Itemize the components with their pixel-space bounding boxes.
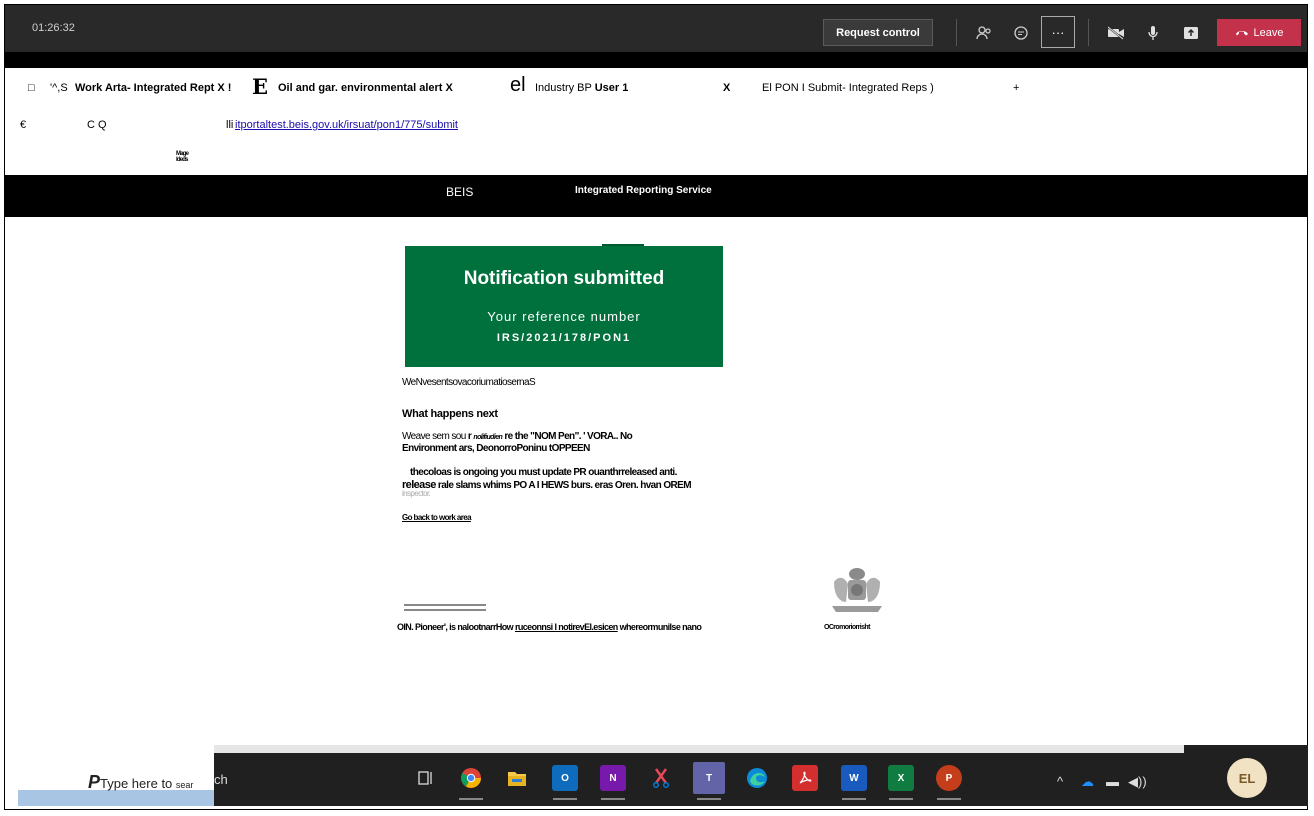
phone-hangup-icon <box>1235 27 1249 39</box>
outlook-icon[interactable]: O <box>552 765 578 791</box>
leave-label: Leave <box>1253 26 1284 39</box>
royal-coat-of-arms-icon <box>824 562 890 620</box>
share-screen-icon[interactable] <box>1177 19 1205 46</box>
new-tab-button[interactable]: + <box>1013 82 1019 94</box>
back-button[interactable]: € <box>20 119 26 131</box>
bookmark-item[interactable]: Mage ldeds <box>176 151 189 163</box>
active-app-indicator <box>889 798 913 800</box>
p2-text-c: rale slams whims PO A I HEWS burs. eras … <box>435 480 692 491</box>
site-header: BEIS Integrated Reporting Service <box>5 175 1307 217</box>
file-explorer-icon[interactable] <box>504 765 530 791</box>
mic-icon[interactable] <box>1139 19 1167 46</box>
task-view-icon[interactable] <box>413 765 439 791</box>
panel-title: Notification submitted <box>463 268 665 289</box>
request-control-button[interactable]: Request control <box>823 19 933 46</box>
search-text-main: Type here to <box>100 776 176 791</box>
go-back-link[interactable]: Go back to work area <box>402 513 472 522</box>
word-icon[interactable]: W <box>841 765 867 791</box>
search-text-small: sear <box>175 780 194 790</box>
teams-icon[interactable]: T <box>693 762 725 794</box>
tab-oil-gas-alert[interactable]: Oil and gar. environmental alert X <box>278 82 453 94</box>
toolbar-divider <box>956 19 957 46</box>
user-avatar[interactable]: EL <box>1227 758 1267 798</box>
footer-text-b: whereormunilse nano <box>617 622 702 632</box>
beis-logo-text[interactable]: BEIS <box>446 185 473 199</box>
tab-label-bold: User 1 <box>594 82 629 94</box>
windows-taskbar: ch O N T W X P ^ ☁ ▬ ◀)) <box>214 753 1184 806</box>
battery-icon[interactable]: ▬ <box>1106 774 1119 789</box>
what-happens-next-heading: What happens next <box>402 408 498 420</box>
onedrive-icon[interactable]: ☁ <box>1081 774 1094 790</box>
confirmation-panel: Notification submitted Your reference nu… <box>405 246 723 367</box>
camera-off-icon[interactable] <box>1102 19 1130 46</box>
active-app-indicator <box>697 798 721 800</box>
next-paragraph-1: Weave sem sou r nolifiudien re the "NOM … <box>402 431 633 442</box>
shared-screen-top-edge <box>5 52 1307 68</box>
chrome-icon[interactable] <box>458 765 484 791</box>
next-paragraph-2-line3: inspector. <box>402 489 431 498</box>
active-app-indicator <box>842 798 866 800</box>
p1-text-d: re the "NOM Pen". ' VORA.. No <box>502 431 633 442</box>
email-sent-text: WeNvesentsovacoriumatiosernaS <box>402 377 536 388</box>
browser-tab-bar: □ '^,S Work Arta- Integrated Rept X ! E … <box>5 68 1307 110</box>
toolbar-divider <box>1088 19 1089 46</box>
search-p-glyph: P <box>88 772 101 792</box>
taskbar-top-edge <box>214 745 1308 753</box>
site-info-icon[interactable]: lli <box>226 119 233 131</box>
reload-search-buttons[interactable]: C Q <box>87 119 107 131</box>
onenote-icon[interactable]: N <box>600 765 626 791</box>
footer-divider <box>404 604 486 611</box>
tab-pon-submit[interactable]: El PON I Submit- Integrated Reps ) <box>762 82 934 94</box>
tab-close-button[interactable]: X <box>723 82 730 94</box>
search-text-tail: ch <box>214 772 228 787</box>
meeting-toolbar: 01:26:32 Request control ··· Leave <box>5 5 1307 52</box>
snipping-tool-icon[interactable] <box>648 765 674 791</box>
footer-link[interactable]: ruceonnsi I notirevEl.esicen <box>515 622 618 632</box>
powerpoint-icon[interactable]: P <box>936 765 962 791</box>
chat-icon[interactable] <box>1007 19 1035 46</box>
bookmark-label-2: ldeds <box>176 157 188 163</box>
active-app-indicator <box>553 798 577 800</box>
tab-label-plain: Industry BP <box>535 82 592 94</box>
p1-text-c: nolifiudien <box>473 434 503 441</box>
reference-number: IRS/2021/178/PON1 <box>496 332 632 344</box>
service-name[interactable]: Integrated Reporting Service <box>575 185 712 196</box>
tab-favicon-e: E <box>252 74 269 99</box>
leave-button[interactable]: Leave <box>1217 19 1301 46</box>
active-app-indicator <box>937 798 961 800</box>
meeting-timer: 01:26:32 <box>32 22 75 34</box>
next-paragraph-2-line2: release rale slams whims PO A I HEWS bur… <box>402 479 692 491</box>
address-bar-url[interactable]: itportaltest.beis.gov.uk/irsuat/pon1/775… <box>235 119 458 131</box>
more-actions-button[interactable]: ··· <box>1041 16 1075 48</box>
excel-icon[interactable]: X <box>888 765 914 791</box>
search-placeholder[interactable]: PType here to sear <box>88 772 193 793</box>
next-paragraph-1-line2: Environment ars, DeonorroPoninu tOPPEEN <box>402 443 590 454</box>
footer-text: OIN. Pioneer', is nalootnarrHow ruceonns… <box>397 622 702 632</box>
tab-icon: □ <box>28 82 35 94</box>
next-paragraph-2: thecoloas is ongoing you must update PR … <box>410 467 677 478</box>
tab-favicon-el: el <box>510 74 526 96</box>
active-app-indicator <box>459 798 483 800</box>
reference-label: Your reference number <box>487 309 641 324</box>
acrobat-icon[interactable] <box>792 765 818 791</box>
p1-text-a: Weave sem sou <box>402 431 468 442</box>
tab-industry-user[interactable]: Industry BP User 1 <box>535 82 628 94</box>
participants-icon[interactable] <box>970 19 998 46</box>
copyright-text: OCromoriorrisht <box>824 624 870 631</box>
tab-work-area[interactable]: Work Arta- Integrated Rept X ! <box>75 82 231 94</box>
edge-icon[interactable] <box>744 765 770 791</box>
browser-address-row: € C Q lli itportaltest.beis.gov.uk/irsua… <box>5 110 1307 144</box>
active-app-indicator <box>601 798 625 800</box>
footer-text-a: OIN. Pioneer', is nalootnarrHow <box>397 622 515 632</box>
volume-icon[interactable]: ◀)) <box>1128 774 1147 790</box>
show-hidden-icons-icon[interactable]: ^ <box>1057 774 1063 789</box>
tab-fragment[interactable]: '^,S <box>50 82 68 94</box>
